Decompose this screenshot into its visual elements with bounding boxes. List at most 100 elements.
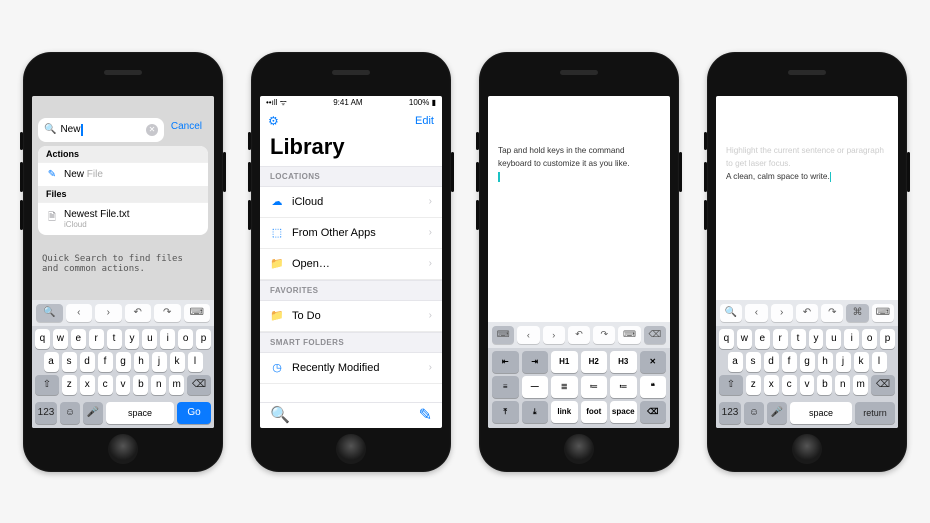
redo-icon[interactable]: ↷ xyxy=(821,304,843,322)
numbers-key[interactable]: 123 xyxy=(35,402,57,424)
space-key[interactable]: space xyxy=(790,402,852,424)
key-j[interactable]: j xyxy=(836,352,851,372)
key-j[interactable]: j xyxy=(152,352,167,372)
search-icon[interactable]: 🔍 xyxy=(720,304,742,322)
backspace-key[interactable]: ⌫ xyxy=(187,375,211,395)
command-key-bksp[interactable]: ⌫ xyxy=(640,401,667,423)
numbers-key[interactable]: 123 xyxy=(719,402,741,424)
key-a[interactable]: a xyxy=(44,352,59,372)
command-keyboard[interactable]: ⌨ ‹ › ↶ ↷ ⌨ ⌫ ⇤⇥H1H2H3✕≡—≣≔≔❝⤒⤓linkfoots… xyxy=(488,322,670,428)
keyboard-dismiss-icon[interactable]: ⌨ xyxy=(618,326,640,344)
key-n[interactable]: n xyxy=(835,375,850,395)
undo-icon[interactable]: ↶ xyxy=(568,326,590,344)
result-row-newest-file[interactable]: 🗎 Newest File.txt iCloud xyxy=(38,202,208,235)
key-i[interactable]: i xyxy=(844,329,859,349)
editor-text[interactable]: Tap and hold keys in the command keyboar… xyxy=(498,144,660,183)
editor-text[interactable]: Highlight the current sentence or paragr… xyxy=(726,144,888,184)
mic-key[interactable]: 🎤 xyxy=(767,402,787,424)
key-y[interactable]: y xyxy=(809,329,824,349)
key-q[interactable]: q xyxy=(35,329,50,349)
key-p[interactable]: p xyxy=(880,329,895,349)
key-d[interactable]: d xyxy=(80,352,95,372)
keyboard-dismiss-icon[interactable]: ⌨ xyxy=(184,304,211,322)
command-key-H2[interactable]: H2 xyxy=(581,351,608,373)
key-x[interactable]: x xyxy=(764,375,779,395)
space-key[interactable]: space xyxy=(106,402,174,424)
key-b[interactable]: b xyxy=(817,375,832,395)
gear-icon[interactable]: ⚙︎ xyxy=(268,114,279,128)
keyboard[interactable]: 🔍 ‹ › ↶ ↷ ⌘ ⌨ qwertyuiop asdfghjkl ⇧ zxc… xyxy=(716,300,898,428)
key-l[interactable]: l xyxy=(188,352,203,372)
command-key-move-up[interactable]: ⤒ xyxy=(492,401,519,423)
chevron-right-icon[interactable]: › xyxy=(771,304,793,322)
list-item[interactable]: ⬚From Other Apps› xyxy=(260,218,442,249)
key-q[interactable]: q xyxy=(719,329,734,349)
command-keyboard-icon[interactable]: ⌘ xyxy=(846,304,868,322)
redo-icon[interactable]: ↷ xyxy=(154,304,181,322)
emoji-key[interactable]: ☺ xyxy=(744,402,764,424)
key-m[interactable]: m xyxy=(853,375,868,395)
key-u[interactable]: u xyxy=(142,329,157,349)
result-row-new-file[interactable]: ✎ New File xyxy=(38,162,208,186)
list-item[interactable]: ◷Recently Modified› xyxy=(260,353,442,384)
redo-icon[interactable]: ↷ xyxy=(593,326,615,344)
key-v[interactable]: v xyxy=(800,375,815,395)
command-key-ol[interactable]: ≔ xyxy=(610,376,637,398)
chevron-right-icon[interactable]: › xyxy=(95,304,122,322)
go-key[interactable]: Go xyxy=(177,402,211,424)
edit-button[interactable]: Edit xyxy=(415,115,434,127)
command-key-ul[interactable]: ≣ xyxy=(551,376,578,398)
key-f[interactable]: f xyxy=(98,352,113,372)
keyboard-switch-icon[interactable]: ⌨ xyxy=(492,326,514,344)
compose-icon[interactable]: ✎ xyxy=(419,405,432,425)
chevron-left-icon[interactable]: ‹ xyxy=(66,304,93,322)
key-m[interactable]: m xyxy=(169,375,184,395)
key-p[interactable]: p xyxy=(196,329,211,349)
list-item[interactable]: ☁︎iCloud› xyxy=(260,187,442,218)
return-key[interactable]: return xyxy=(855,402,895,424)
command-key-link[interactable]: link xyxy=(551,401,578,423)
key-a[interactable]: a xyxy=(728,352,743,372)
command-key-quote[interactable]: ❝ xyxy=(640,376,667,398)
key-e[interactable]: e xyxy=(755,329,770,349)
emoji-key[interactable]: ☺ xyxy=(60,402,80,424)
command-key-H1[interactable]: H1 xyxy=(551,351,578,373)
keyboard-dismiss-icon[interactable]: ⌨ xyxy=(872,304,894,322)
key-d[interactable]: d xyxy=(764,352,779,372)
key-s[interactable]: s xyxy=(746,352,761,372)
key-e[interactable]: e xyxy=(71,329,86,349)
key-o[interactable]: o xyxy=(178,329,193,349)
home-button[interactable] xyxy=(564,434,594,464)
command-key-space[interactable]: space xyxy=(610,401,637,423)
command-key-indent-out[interactable]: ⇤ xyxy=(492,351,519,373)
key-c[interactable]: c xyxy=(98,375,113,395)
key-w[interactable]: w xyxy=(737,329,752,349)
key-w[interactable]: w xyxy=(53,329,68,349)
command-key-foot[interactable]: foot xyxy=(581,401,608,423)
command-key-ol[interactable]: ≔ xyxy=(581,376,608,398)
key-i[interactable]: i xyxy=(160,329,175,349)
key-g[interactable]: g xyxy=(800,352,815,372)
search-icon[interactable]: 🔍 xyxy=(36,304,63,322)
command-key-hr[interactable]: — xyxy=(522,376,549,398)
list-item[interactable]: 📁To Do› xyxy=(260,301,442,332)
key-s[interactable]: s xyxy=(62,352,77,372)
cancel-button[interactable]: Cancel xyxy=(171,121,202,132)
key-x[interactable]: x xyxy=(80,375,95,395)
key-b[interactable]: b xyxy=(133,375,148,395)
key-k[interactable]: k xyxy=(170,352,185,372)
undo-icon[interactable]: ↶ xyxy=(125,304,152,322)
chevron-left-icon[interactable]: ‹ xyxy=(517,326,539,344)
key-c[interactable]: c xyxy=(782,375,797,395)
command-key-align-l[interactable]: ≡ xyxy=(492,376,519,398)
shift-key[interactable]: ⇧ xyxy=(35,375,59,395)
mic-key[interactable]: 🎤 xyxy=(83,402,103,424)
command-key-move-dn[interactable]: ⤓ xyxy=(522,401,549,423)
key-h[interactable]: h xyxy=(818,352,833,372)
command-key-H3[interactable]: H3 xyxy=(610,351,637,373)
keyboard[interactable]: 🔍 ‹ › ↶ ↷ ⌨ qwertyuiop asdfghjkl ⇧ zxcvb… xyxy=(32,300,214,428)
delete-icon[interactable]: ⌫ xyxy=(644,326,666,344)
key-h[interactable]: h xyxy=(134,352,149,372)
command-key-indent-in[interactable]: ⇥ xyxy=(522,351,549,373)
clear-icon[interactable]: ✕ xyxy=(146,124,158,136)
